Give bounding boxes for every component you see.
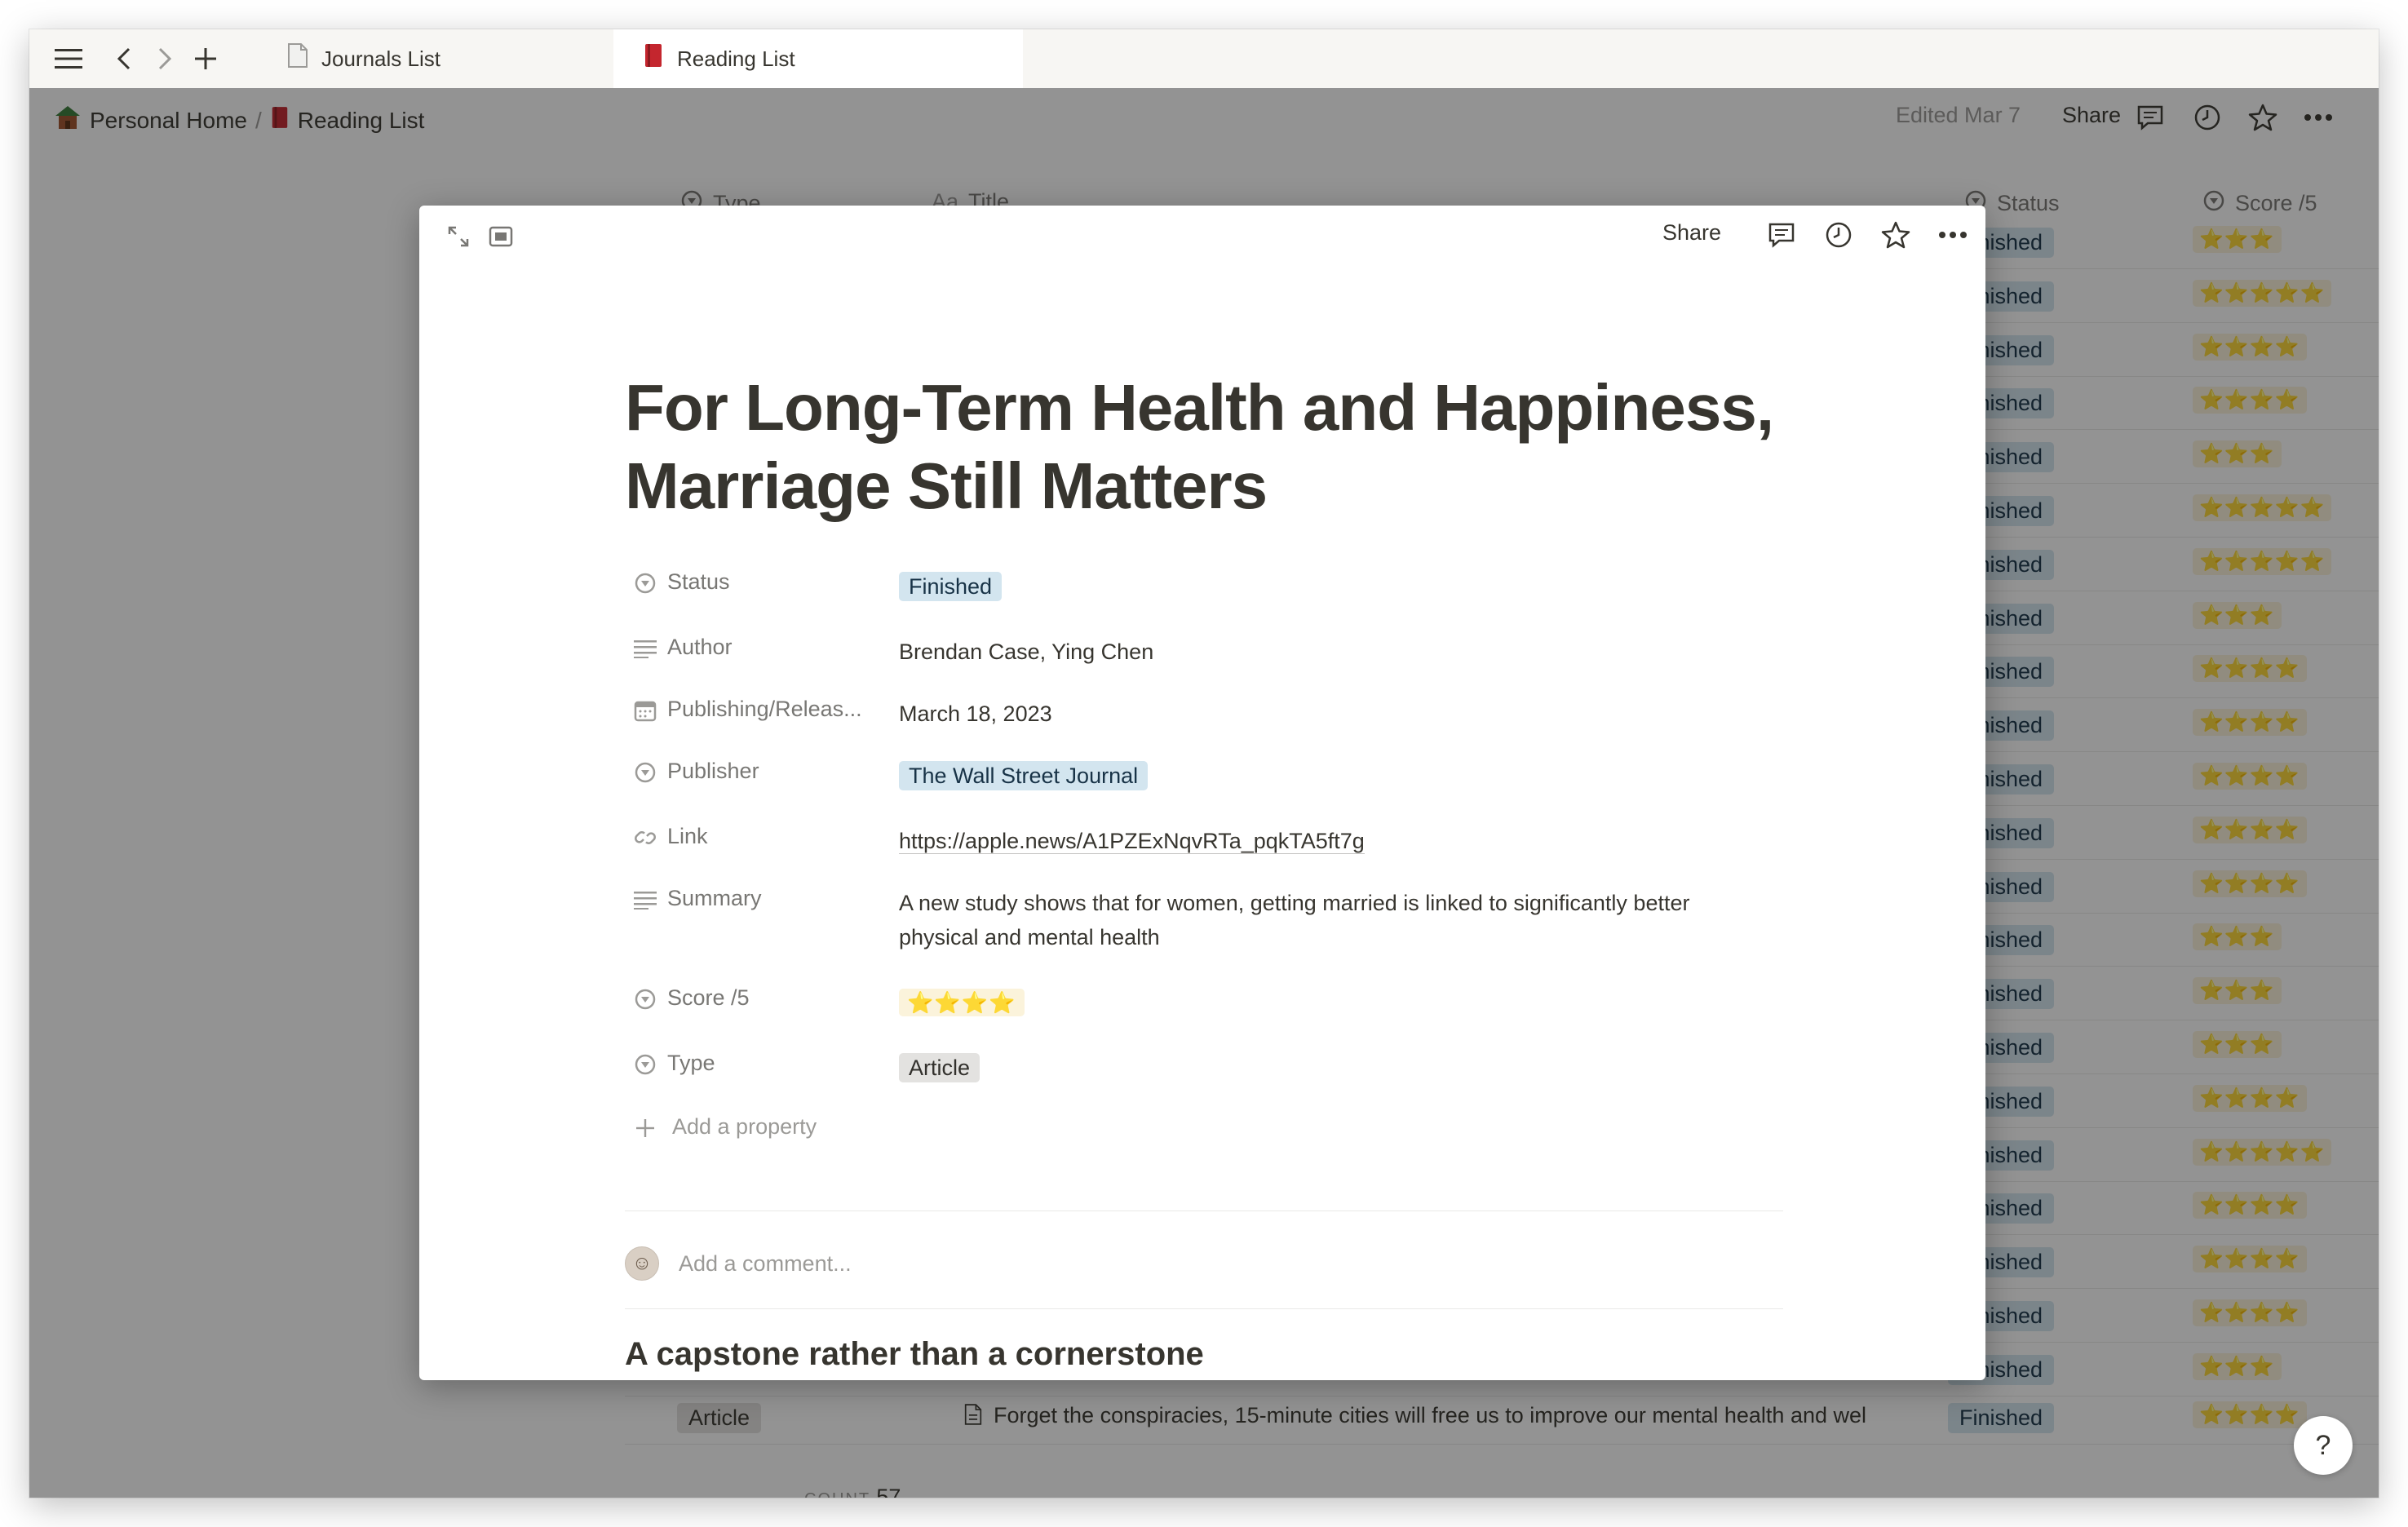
expand-icon[interactable]: [440, 219, 476, 254]
add-property-label: Add a property: [672, 1114, 817, 1139]
view-mode-icon[interactable]: [483, 219, 519, 254]
property-label: Summary: [667, 886, 762, 910]
property-label: Status: [667, 569, 730, 594]
property-value[interactable]: Brendan Case, Ying Chen: [899, 635, 1747, 669]
property-value-text: https://apple.news/A1PZExNqvRTa_pqkTA5ft…: [899, 829, 1365, 854]
history-icon[interactable]: [1821, 217, 1857, 253]
tab-label: Journals List: [321, 46, 440, 71]
select-icon: [633, 987, 657, 1011]
property-value-text: The Wall Street Journal: [899, 761, 1149, 790]
link-icon: [633, 825, 657, 850]
property-label: Author: [667, 635, 733, 659]
back-icon[interactable]: [106, 41, 142, 77]
property-value[interactable]: The Wall Street Journal: [899, 759, 1149, 793]
property-value[interactable]: https://apple.news/A1PZExNqvRTa_pqkTA5ft…: [899, 824, 1365, 858]
property-value[interactable]: Article: [899, 1051, 980, 1085]
comment-box[interactable]: ☺ Add a comment...: [625, 1246, 852, 1281]
select-icon: [633, 760, 657, 785]
page-peek-modal: Share For Long-Term Health and Happiness…: [419, 206, 1985, 1380]
property-label: Score /5: [667, 985, 750, 1010]
property-value-text: ⭐⭐⭐⭐: [899, 989, 1025, 1016]
calendar-icon: [633, 698, 657, 723]
app-window: Journals List Reading List Personal Home…: [29, 29, 2379, 1498]
tab-label: Reading List: [677, 46, 795, 71]
select-icon: [633, 1052, 657, 1077]
more-options-icon[interactable]: [1935, 217, 1971, 253]
section-heading[interactable]: A capstone rather than a cornerstone: [625, 1336, 1204, 1373]
share-button[interactable]: Share: [1662, 220, 1721, 246]
property-label: Link: [667, 824, 708, 848]
divider: [625, 1308, 1783, 1309]
select-icon: [633, 571, 657, 595]
document-icon: [287, 42, 308, 75]
property-value[interactable]: A new study shows that for women, gettin…: [899, 886, 1747, 954]
property-value-text: Brendan Case, Ying Chen: [899, 640, 1154, 664]
page-title[interactable]: For Long-Term Health and Happiness, Marr…: [625, 369, 1816, 525]
property-value[interactable]: March 18, 2023: [899, 697, 1747, 731]
property-value-text: A new study shows that for women, gettin…: [899, 891, 1690, 949]
property-value-text: Article: [899, 1053, 980, 1082]
avatar: ☺: [625, 1246, 659, 1281]
tab-journals-list[interactable]: Journals List: [258, 29, 641, 88]
property-label: Publisher: [667, 759, 759, 783]
tab-reading-list[interactable]: Reading List: [613, 29, 1023, 88]
forward-icon[interactable]: [147, 41, 183, 77]
property-label: Publishing/Releas...: [667, 697, 862, 721]
comment-input[interactable]: Add a comment...: [679, 1251, 852, 1277]
property-value[interactable]: ⭐⭐⭐⭐: [899, 985, 1025, 1020]
property-label: Type: [667, 1051, 715, 1075]
help-button[interactable]: ?: [2294, 1416, 2353, 1475]
comment-icon[interactable]: [1764, 217, 1799, 253]
menu-icon[interactable]: [51, 41, 86, 77]
tab-bar: Journals List Reading List: [29, 29, 2379, 89]
new-tab-icon[interactable]: [188, 41, 224, 77]
favorite-star-icon[interactable]: [1878, 217, 1914, 253]
plus-icon: [633, 1116, 657, 1140]
property-value-text: March 18, 2023: [899, 702, 1052, 726]
property-value[interactable]: Finished: [899, 569, 1003, 604]
text-lines-icon: [633, 887, 657, 912]
property-value-text: Finished: [899, 572, 1003, 601]
text-lines-icon: [633, 636, 657, 661]
red-book-icon: [643, 42, 664, 75]
